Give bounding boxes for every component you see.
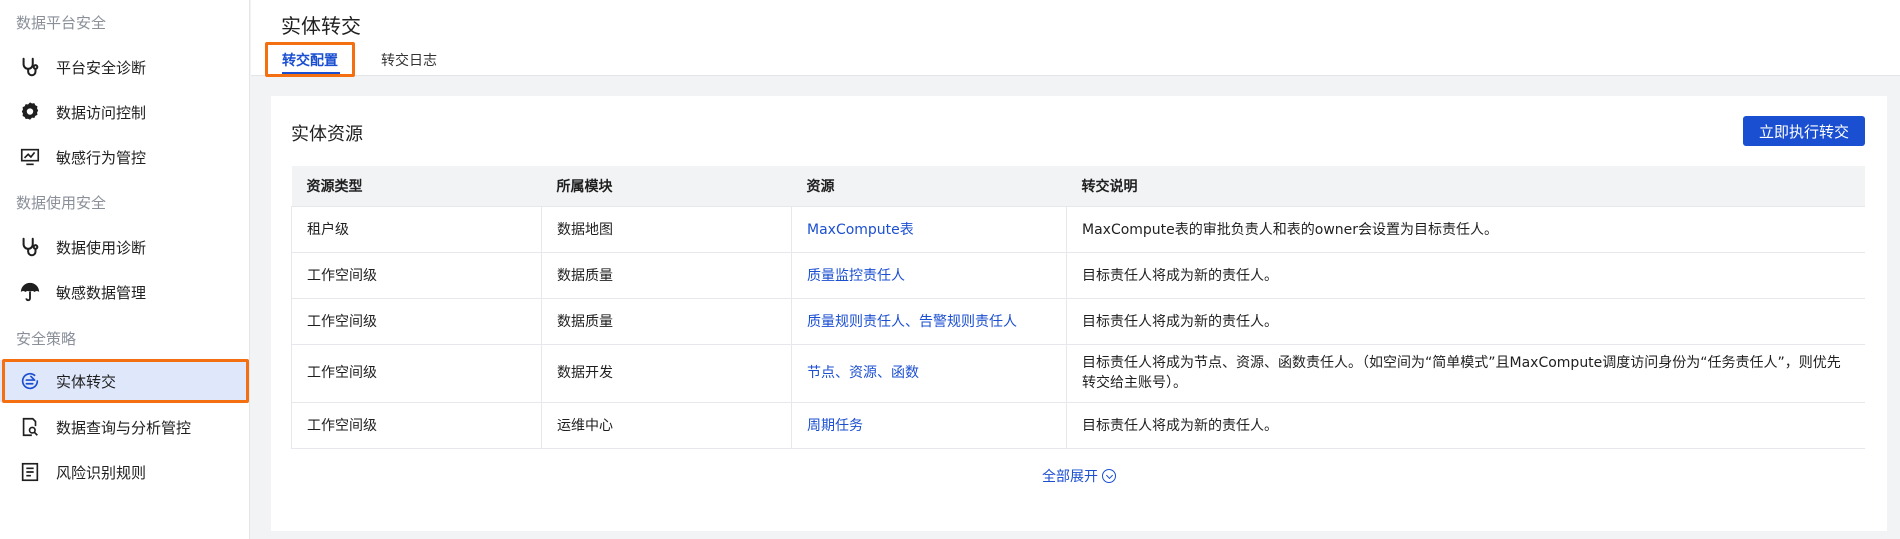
cell-type: 工作空间级 — [291, 252, 542, 299]
resource-link[interactable]: MaxCompute表 — [807, 222, 914, 238]
page-header: 实体转交 转交配置 转交日志 — [251, 0, 1900, 77]
cell-module: 数据质量 — [541, 298, 792, 345]
table-row: 工作空间级 数据开发 节点、资源、函数 目标责任人将成为节点、资源、函数责任人。… — [291, 344, 1865, 403]
sidebar-item-risk-rules[interactable]: 风险识别规则 — [0, 451, 250, 493]
cell-module: 数据开发 — [541, 344, 792, 403]
resource-link[interactable]: 质量监控责任人 — [807, 268, 905, 284]
card-title: 实体资源 — [291, 124, 363, 145]
chevron-down-icon — [1102, 469, 1116, 483]
expand-all-link[interactable]: 全部展开 — [271, 466, 1887, 486]
page-title: 实体转交 — [281, 14, 361, 38]
tab-active-indicator — [282, 72, 340, 75]
cell-module: 数据质量 — [541, 252, 792, 299]
resource-table: 资源类型 所属模块 资源 转交说明 租户级 数据地图 MaxCompute表 M… — [291, 166, 1865, 449]
column-header: 转交说明 — [1066, 166, 1865, 207]
expand-all-label: 全部展开 — [1042, 469, 1098, 485]
cell-resource: 质量规则责任人、告警规则责任人 — [791, 298, 1067, 345]
table-row: 工作空间级 数据质量 质量监控责任人 目标责任人将成为新的责任人。 — [291, 252, 1865, 299]
sidebar-item-data-usage-diagnosis[interactable]: 数据使用诊断 — [0, 226, 250, 268]
sidebar-item-sensitive-data[interactable]: 敏感数据管理 — [0, 271, 250, 313]
cell-desc: MaxCompute表的审批负责人和表的owner会设置为目标责任人。 — [1066, 206, 1865, 253]
execute-transfer-button[interactable]: 立即执行转交 — [1742, 116, 1865, 146]
sidebar-item-label: 数据使用诊断 — [56, 238, 147, 257]
group-title-data-usage-security: 数据使用安全 — [16, 194, 107, 212]
gear-icon — [18, 100, 42, 124]
sidebar: 数据平台安全 平台安全诊断 数据访问控制 敏感行为管控 数据使用安全 数据使用诊… — [0, 0, 250, 539]
resource-link[interactable]: 质量规则责任人、告警规则责任人 — [807, 314, 1017, 330]
sidebar-item-label: 风险识别规则 — [56, 463, 147, 482]
column-header: 资源 — [791, 166, 1067, 207]
cell-type: 租户级 — [291, 206, 542, 253]
cell-resource: 周期任务 — [791, 402, 1067, 449]
cell-resource: MaxCompute表 — [791, 206, 1067, 253]
cell-module: 数据地图 — [541, 206, 792, 253]
cell-type: 工作空间级 — [291, 298, 542, 345]
tab-transfer-config[interactable]: 转交配置 — [282, 50, 338, 70]
sidebar-item-sensitive-behavior[interactable]: 敏感行为管控 — [0, 136, 250, 178]
monitor-chart-icon — [18, 145, 42, 169]
cell-resource: 节点、资源、函数 — [791, 344, 1067, 403]
sidebar-item-label: 数据查询与分析管控 — [56, 418, 192, 437]
table-row: 工作空间级 运维中心 周期任务 目标责任人将成为新的责任人。 — [291, 402, 1865, 449]
tab-transfer-log[interactable]: 转交日志 — [381, 50, 437, 70]
table-row: 工作空间级 数据质量 质量规则责任人、告警规则责任人 目标责任人将成为新的责任人… — [291, 298, 1865, 345]
sidebar-item-label: 数据访问控制 — [56, 103, 147, 122]
sidebar-item-entity-transfer[interactable]: 实体转交 — [0, 360, 250, 402]
sidebar-item-label: 敏感数据管理 — [56, 283, 147, 302]
cell-desc: 目标责任人将成为新的责任人。 — [1066, 298, 1865, 345]
group-title-platform-security: 数据平台安全 — [16, 14, 107, 32]
table-row: 租户级 数据地图 MaxCompute表 MaxCompute表的审批负责人和表… — [291, 206, 1865, 253]
cell-resource: 质量监控责任人 — [791, 252, 1067, 299]
sidebar-item-data-access-control[interactable]: 数据访问控制 — [0, 91, 250, 133]
resource-link[interactable]: 节点、资源、函数 — [807, 365, 919, 381]
entity-resource-card: 实体资源 立即执行转交 资源类型 所属模块 资源 转交说明 租户级 数据地图 M… — [271, 96, 1887, 531]
cell-desc: 目标责任人将成为节点、资源、函数责任人。（如空间为“简单模式”且MaxCompu… — [1066, 344, 1865, 403]
sidebar-item-label: 实体转交 — [56, 372, 117, 391]
column-header: 资源类型 — [291, 166, 542, 207]
stethoscope-icon — [18, 235, 42, 259]
table-header-row: 资源类型 所属模块 资源 转交说明 — [291, 166, 1865, 207]
list-doc-icon — [18, 460, 42, 484]
stethoscope-icon — [18, 55, 42, 79]
column-header: 所属模块 — [541, 166, 792, 207]
transfer-icon — [18, 369, 42, 393]
cell-type: 工作空间级 — [291, 402, 542, 449]
group-title-security-policy: 安全策略 — [16, 330, 77, 348]
sidebar-item-label: 敏感行为管控 — [56, 148, 147, 167]
sidebar-item-platform-diagnosis[interactable]: 平台安全诊断 — [0, 46, 250, 88]
search-doc-icon — [18, 415, 42, 439]
cell-desc: 目标责任人将成为新的责任人。 — [1066, 402, 1865, 449]
sidebar-item-query-analysis[interactable]: 数据查询与分析管控 — [0, 406, 250, 448]
cell-type: 工作空间级 — [291, 344, 542, 403]
umbrella-icon — [18, 280, 42, 304]
sidebar-item-label: 平台安全诊断 — [56, 58, 147, 77]
cell-module: 运维中心 — [541, 402, 792, 449]
resource-link[interactable]: 周期任务 — [807, 418, 863, 434]
cell-desc: 目标责任人将成为新的责任人。 — [1066, 252, 1865, 299]
